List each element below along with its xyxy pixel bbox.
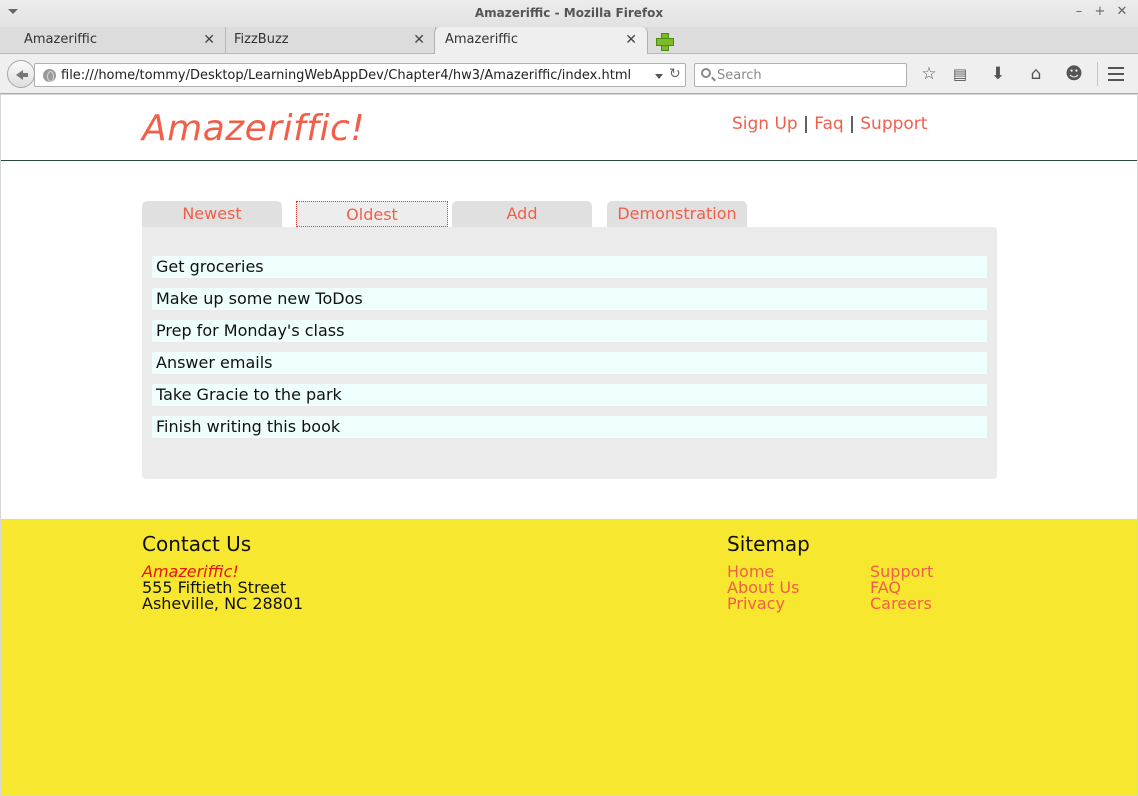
- nav-separator: |: [803, 114, 809, 134]
- minimize-icon[interactable]: –: [1071, 4, 1087, 20]
- tab-oldest[interactable]: Oldest: [296, 201, 448, 227]
- back-button[interactable]: [7, 60, 35, 88]
- todo-item: Get groceries: [152, 256, 987, 278]
- close-window-icon[interactable]: ✕: [1114, 4, 1130, 20]
- sitemap-link-careers[interactable]: Careers: [870, 594, 932, 613]
- url-bar[interactable]: file:///home/tommy/Desktop/LearningWebAp…: [34, 63, 686, 87]
- tab-newest[interactable]: Newest: [142, 201, 282, 227]
- browser-tab-strip: Amazeriffic ✕ FizzBuzz ✕ Amazeriffic ✕: [0, 27, 1138, 55]
- sitemap-heading: Sitemap: [727, 532, 810, 556]
- address-city: Asheville, NC 28801: [142, 594, 304, 613]
- window-title: Amazeriffic - Mozilla Firefox: [474, 6, 664, 20]
- support-link[interactable]: Support: [860, 114, 927, 134]
- tab-demonstration[interactable]: Demonstration: [607, 201, 747, 227]
- contact-heading: Contact Us: [142, 532, 252, 556]
- todo-item: Prep for Monday's class: [152, 320, 987, 342]
- home-icon[interactable]: ⌂: [1023, 62, 1049, 86]
- todo-item: Take Gracie to the park: [152, 384, 987, 406]
- browser-tab-label: Amazeriffic: [445, 32, 519, 47]
- menu-icon[interactable]: [1108, 67, 1124, 81]
- browser-tab[interactable]: FizzBuzz ✕: [226, 27, 436, 54]
- browser-tab-active[interactable]: Amazeriffic ✕: [434, 27, 648, 55]
- site-header: Amazeriffic! Sign Up | Faq | Support: [1, 95, 1137, 161]
- search-bar[interactable]: [694, 63, 907, 87]
- faq-link[interactable]: Faq: [814, 114, 843, 134]
- todo-item: Make up some new ToDos: [152, 288, 987, 310]
- search-icon: [701, 68, 711, 78]
- site-logo[interactable]: Amazeriffic!: [142, 108, 365, 149]
- toolbar-separator: [1097, 62, 1098, 86]
- sitemap-link-privacy[interactable]: Privacy: [727, 594, 785, 613]
- bookmark-star-icon[interactable]: ☆: [916, 62, 942, 86]
- search-input[interactable]: [717, 67, 897, 83]
- close-tab-icon[interactable]: ✕: [413, 27, 425, 53]
- navigation-bar: file:///home/tommy/Desktop/LearningWebAp…: [0, 54, 1138, 94]
- browser-tab[interactable]: Amazeriffic ✕: [0, 27, 226, 54]
- signup-link[interactable]: Sign Up: [732, 114, 798, 134]
- browser-tab-label: Amazeriffic: [24, 32, 98, 47]
- window-titlebar: Amazeriffic - Mozilla Firefox – + ✕: [0, 0, 1138, 27]
- tab-add[interactable]: Add: [452, 201, 592, 227]
- close-tab-icon[interactable]: ✕: [625, 27, 637, 53]
- top-nav: Sign Up | Faq | Support: [732, 114, 927, 134]
- url-text[interactable]: file:///home/tommy/Desktop/LearningWebAp…: [61, 68, 631, 83]
- site-footer: Contact Us Amazeriffic! 555 Fiftieth Str…: [1, 519, 1137, 795]
- todo-list-panel: Get groceries Make up some new ToDos Pre…: [142, 227, 997, 479]
- reload-icon[interactable]: ↻: [669, 66, 681, 82]
- close-tab-icon[interactable]: ✕: [203, 27, 215, 53]
- page-viewport: Amazeriffic! Sign Up | Faq | Support New…: [1, 95, 1137, 795]
- new-tab-icon[interactable]: [654, 31, 674, 51]
- todo-item: Answer emails: [152, 352, 987, 374]
- todo-item: Finish writing this book: [152, 416, 987, 438]
- chat-icon[interactable]: ☻: [1061, 62, 1087, 86]
- url-history-dropdown-icon[interactable]: [655, 74, 663, 79]
- download-icon[interactable]: ⬇: [985, 62, 1011, 86]
- reading-list-icon[interactable]: ▤: [947, 62, 973, 86]
- browser-tab-label: FizzBuzz: [234, 32, 289, 47]
- maximize-icon[interactable]: +: [1092, 4, 1108, 20]
- globe-icon: [43, 69, 56, 82]
- nav-separator: |: [849, 114, 855, 134]
